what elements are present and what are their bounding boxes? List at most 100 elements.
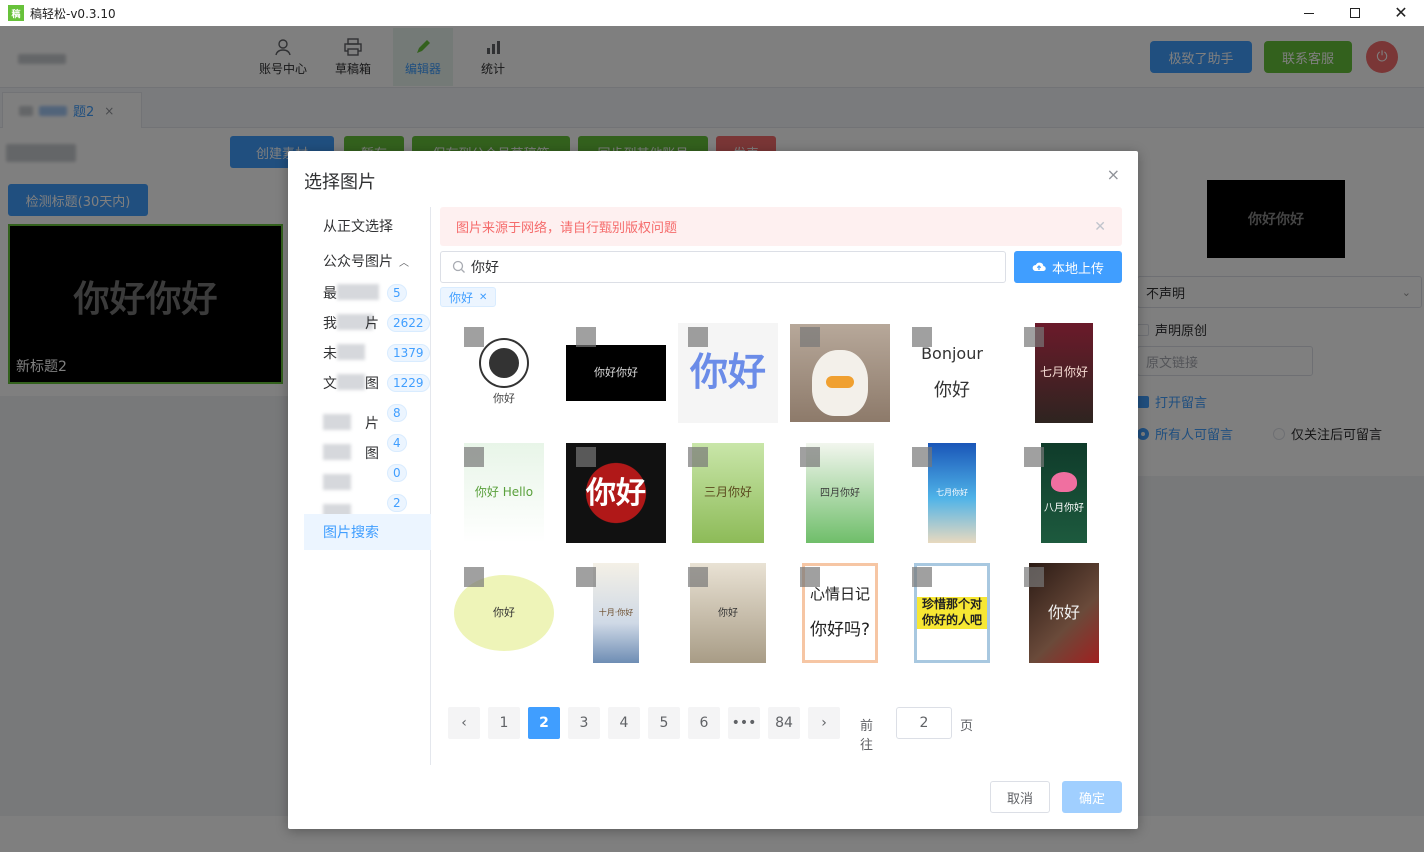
folder-name-prefix: 我 — [323, 316, 337, 332]
pager-page[interactable]: 3 — [568, 707, 600, 739]
folder-count-badge: 2622 — [387, 314, 430, 332]
image-text: 八月你好 — [1044, 502, 1084, 514]
image-select-checkbox[interactable] — [688, 447, 708, 467]
image-select-checkbox[interactable] — [1024, 447, 1044, 467]
image-item-penguin-hello[interactable]: 你好 — [448, 323, 560, 423]
folder-item[interactable]: 最5 — [304, 278, 431, 308]
image-select-checkbox[interactable] — [464, 567, 484, 587]
search-tag: 你好 ✕ — [440, 287, 497, 307]
image-text: 你好 — [689, 350, 766, 395]
image-item-hello-kids-cover[interactable]: 你好 Hello — [448, 443, 560, 543]
image-select-checkbox[interactable] — [1024, 567, 1044, 587]
select-image-dialog: 选择图片 × 从正文选择 公众号图片 ︿ 最 5 我片 2622 未 1379 文图 1229… — [288, 151, 1138, 829]
image-select-checkbox[interactable] — [464, 447, 484, 467]
image-item-book-photo[interactable]: 你好 — [672, 563, 784, 663]
image-select-checkbox[interactable] — [576, 327, 596, 347]
folder-item[interactable]: 文图 1229 — [304, 368, 431, 398]
minimize-button[interactable] — [1286, 0, 1332, 26]
folder-count-badge: 0 — [387, 464, 407, 482]
local-upload-button[interactable]: 本地上传 — [1014, 251, 1122, 283]
cancel-button[interactable]: 取消 — [990, 781, 1050, 813]
cloud-upload-icon — [1032, 262, 1046, 272]
image-item-memory-card[interactable]: 珍惜那个对你好的人吧 — [896, 563, 1008, 663]
image-item-mood-diary[interactable]: 心情日记 你好吗? — [784, 563, 896, 663]
image-select-checkbox[interactable] — [800, 447, 820, 467]
pager-page[interactable]: ••• — [728, 707, 760, 739]
menu-wechat-images-label: 公众号图片 — [323, 254, 393, 270]
folder-name: 未 — [323, 343, 381, 363]
folder-item[interactable]: 片8 — [304, 398, 431, 432]
warning-close-icon[interactable]: ✕ — [1094, 219, 1106, 235]
upload-label: 本地上传 — [1051, 261, 1104, 277]
folder-name-blurred — [337, 344, 365, 360]
chevron-up-icon: ︿ — [399, 257, 409, 269]
pager-page[interactable]: 6 — [688, 707, 720, 739]
folder-name: 我片 — [323, 313, 381, 333]
folder-count-badge: 8 — [387, 404, 407, 422]
window-close-button[interactable]: ✕ — [1378, 0, 1424, 26]
folder-item[interactable]: 未 1379 — [304, 338, 431, 368]
image-select-checkbox[interactable] — [912, 447, 932, 467]
image-select-checkbox[interactable] — [688, 327, 708, 347]
image-item-july-hello-poster[interactable]: 七月你好 — [1008, 323, 1120, 423]
image-select-checkbox[interactable] — [912, 567, 932, 587]
image-text: 你好 Hello — [474, 485, 534, 500]
folder-name-blurred — [337, 374, 365, 390]
folder-count-badge: 1229 — [387, 374, 430, 392]
image-text: 七月你好 — [1039, 365, 1088, 380]
menu-wechat-images[interactable]: 公众号图片 ︿ — [304, 246, 431, 276]
pager-next-button[interactable]: › — [808, 707, 840, 739]
folder-name-suffix: 片 — [365, 316, 379, 332]
image-select-checkbox[interactable] — [576, 567, 596, 587]
folder-item[interactable]: 0 — [304, 458, 431, 490]
search-icon — [452, 260, 465, 273]
image-item-blue-nihao-text[interactable]: 你好 — [672, 323, 784, 423]
folder-count-badge: 2 — [387, 494, 407, 512]
folder-count-badge: 4 — [387, 434, 407, 452]
pager-page[interactable]: 1 — [488, 707, 520, 739]
image-select-checkbox[interactable] — [1024, 327, 1044, 347]
maximize-button[interactable] — [1332, 0, 1378, 26]
image-thumbnail: 八月你好 — [1041, 443, 1087, 543]
image-text: 你好你好 — [594, 365, 638, 379]
image-text: 四月你好 — [820, 487, 860, 499]
image-item-bonjour-nihao[interactable]: Bonjour 你好 — [896, 323, 1008, 423]
image-item-2021-hello[interactable]: 你好 — [560, 443, 672, 543]
image-select-checkbox[interactable] — [688, 567, 708, 587]
image-thumbnail: 七月你好 — [928, 443, 976, 543]
folder-item[interactable]: 我片 2622 — [304, 308, 431, 338]
image-item-cartoon-couple[interactable]: 你好 — [448, 563, 560, 663]
pager-prev-button[interactable]: ‹ — [448, 707, 480, 739]
folder-name-suffix: 图 — [365, 376, 379, 392]
image-item-march-hello[interactable]: 三月你好 — [672, 443, 784, 543]
image-search-input[interactable]: 你好 — [440, 251, 1006, 283]
image-text: 三月你好 — [703, 485, 752, 500]
image-item-black-nihao[interactable]: 你好你好 — [560, 323, 672, 423]
image-item-october-hello[interactable]: 十月·你好 — [560, 563, 672, 663]
confirm-button[interactable]: 确定 — [1062, 781, 1122, 813]
image-item-calligraphy-roses[interactable]: 你好 — [1008, 563, 1120, 663]
menu-from-body[interactable]: 从正文选择 — [304, 211, 431, 241]
image-select-checkbox[interactable] — [576, 447, 596, 467]
tag-close-icon[interactable]: ✕ — [479, 292, 487, 303]
pager-page[interactable]: 5 — [648, 707, 680, 739]
image-item-duck-photo[interactable] — [784, 323, 896, 423]
image-item-april-hello[interactable]: 四月你好 — [784, 443, 896, 543]
image-select-checkbox[interactable] — [912, 327, 932, 347]
close-icon: ✕ — [1394, 3, 1408, 22]
folder-item[interactable]: 图4 — [304, 428, 431, 462]
image-item-july-beach[interactable]: 七月你好 — [896, 443, 1008, 543]
tag-label: 你好 — [449, 290, 474, 305]
image-select-checkbox[interactable] — [464, 327, 484, 347]
pager-goto-input[interactable]: 2 — [896, 707, 952, 739]
menu-image-search[interactable]: 图片搜索 — [304, 514, 431, 550]
pager-unit-label: 页 — [960, 719, 974, 734]
image-item-august-lotus[interactable]: 八月你好 — [1008, 443, 1120, 543]
pager-page[interactable]: 4 — [608, 707, 640, 739]
pager-page[interactable]: 84 — [768, 707, 800, 739]
image-select-checkbox[interactable] — [800, 327, 820, 347]
dialog-close-icon[interactable]: × — [1107, 165, 1120, 184]
pager-page[interactable]: 2 — [528, 707, 560, 739]
image-select-checkbox[interactable] — [800, 567, 820, 587]
folder-name: 文图 — [323, 373, 381, 393]
